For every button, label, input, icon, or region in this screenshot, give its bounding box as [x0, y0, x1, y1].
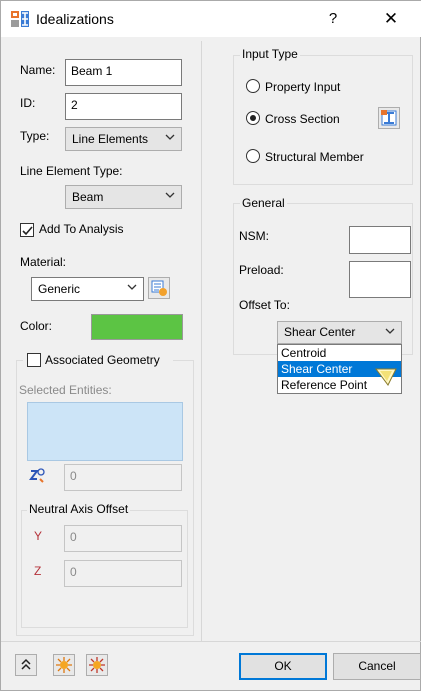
line-element-type-combobox[interactable]: Beam	[65, 185, 182, 209]
action-button-2[interactable]	[86, 654, 108, 676]
title-bar: Idealizations ? ✕	[1, 1, 421, 37]
id-label: ID:	[20, 96, 36, 110]
window-title: Idealizations	[36, 11, 114, 27]
offset-option-centroid[interactable]: Centroid	[278, 345, 401, 361]
structural-member-radio[interactable]	[246, 149, 260, 163]
line-element-type-label: Line Element Type:	[20, 164, 123, 178]
associated-geometry-checkbox[interactable]	[27, 353, 41, 367]
help-button[interactable]: ?	[319, 6, 347, 32]
general-title: General	[240, 196, 287, 210]
checkmark-icon	[22, 226, 33, 236]
material-editor-icon	[151, 280, 167, 296]
material-combobox[interactable]: Generic	[31, 277, 144, 301]
preload-input[interactable]	[349, 261, 411, 298]
idealizations-app-icon	[11, 11, 29, 27]
y-label: Y	[34, 529, 43, 543]
nsm-input[interactable]	[349, 226, 411, 254]
structural-member-label: Structural Member	[265, 150, 364, 164]
name-input[interactable]: Beam 1	[65, 59, 182, 86]
offset-to-combobox[interactable]: Shear Center	[277, 321, 402, 344]
material-editor-button[interactable]	[148, 277, 170, 299]
idealizations-dialog: Idealizations ? ✕ Name: Beam 1 ID: 2 Typ…	[0, 0, 421, 691]
cross-section-label: Cross Section	[265, 112, 340, 126]
associated-geometry-label: Associated Geometry	[45, 353, 160, 367]
selected-count-input: 0	[64, 464, 182, 491]
property-input-label: Property Input	[265, 80, 341, 94]
type-label: Type:	[20, 129, 50, 143]
chevron-down-icon	[127, 284, 137, 290]
add-to-analysis-checkbox[interactable]	[20, 223, 34, 237]
sparkle-icon	[56, 657, 72, 673]
selection-pick-icon[interactable]	[28, 467, 46, 485]
close-button[interactable]: ✕	[373, 6, 409, 32]
chevron-down-icon	[385, 328, 395, 334]
preload-label: Preload:	[239, 263, 284, 277]
neutral-axis-offset-title: Neutral Axis Offset	[27, 502, 131, 516]
material-label: Material:	[20, 255, 67, 269]
y-offset-input: 0	[64, 525, 182, 552]
name-label: Name:	[20, 63, 56, 77]
color-label: Color:	[20, 319, 53, 333]
add-to-analysis-label: Add To Analysis	[39, 222, 124, 236]
material-value: Generic	[38, 282, 81, 296]
cross-section-editor-button[interactable]	[378, 107, 400, 129]
footer-divider	[1, 641, 421, 642]
chevron-down-icon	[165, 192, 175, 198]
cross-section-icon	[381, 110, 397, 126]
ok-button[interactable]: OK	[239, 653, 327, 680]
input-type-title: Input Type	[240, 47, 300, 61]
chevron-down-icon	[165, 134, 175, 140]
selected-entities-list[interactable]	[27, 402, 183, 461]
type-combobox[interactable]: Line Elements	[65, 127, 182, 151]
panel-divider	[201, 41, 202, 641]
selected-entities-label: Selected Entities:	[19, 383, 112, 397]
property-input-radio[interactable]	[246, 79, 260, 93]
line-element-type-value: Beam	[72, 190, 104, 204]
sparkle-multi-icon	[89, 657, 105, 673]
collapse-button[interactable]	[15, 654, 37, 676]
offset-to-value: Shear Center	[284, 325, 356, 339]
z-offset-input: 0	[64, 560, 182, 587]
id-input[interactable]: 2	[65, 93, 182, 120]
nsm-label: NSM:	[239, 229, 269, 243]
offset-to-label: Offset To:	[239, 298, 290, 312]
mouse-pointer-icon	[375, 368, 397, 386]
cross-section-radio[interactable]	[246, 111, 260, 125]
type-combobox-value: Line Elements	[72, 132, 149, 146]
cancel-button[interactable]: Cancel	[333, 653, 421, 680]
double-chevron-up-icon	[21, 658, 31, 670]
z-label: Z	[34, 564, 42, 578]
color-swatch[interactable]	[91, 314, 183, 340]
action-button-1[interactable]	[53, 654, 75, 676]
